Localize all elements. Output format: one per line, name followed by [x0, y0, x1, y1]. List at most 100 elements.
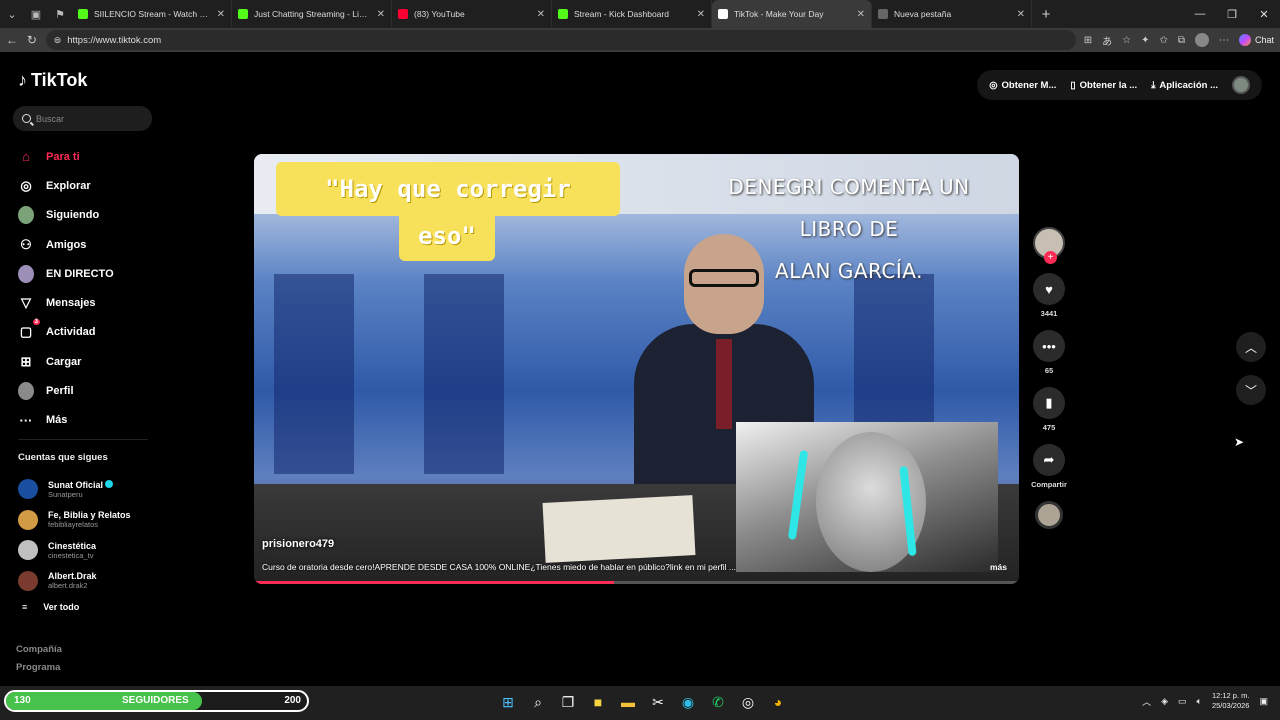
- browser-tab[interactable]: SIILENCIO Stream - Watch Live on ✕: [72, 0, 232, 28]
- browser-tab[interactable]: TikTok - Make Your Day ✕: [712, 0, 872, 28]
- sidebar-item-m-s[interactable]: ··· Más: [18, 406, 168, 435]
- sidebar-item-amigos[interactable]: ⚇ Amigos: [18, 230, 168, 259]
- close-tab-icon[interactable]: ✕: [217, 9, 225, 20]
- tab-pin-icon[interactable]: ⚑: [48, 0, 72, 28]
- file-explorer-icon[interactable]: ▬: [618, 692, 638, 712]
- start-icon[interactable]: ⊞: [498, 692, 518, 712]
- volume-icon[interactable]: 🔈︎: [1197, 696, 1202, 707]
- more-link[interactable]: más: [990, 562, 1007, 572]
- favorite-icon[interactable]: ☆: [1122, 35, 1131, 46]
- copilot-label: Chat: [1254, 35, 1274, 45]
- back-icon[interactable]: ←: [6, 33, 18, 47]
- account-name-text: Sunat Oficial: [48, 479, 104, 490]
- video-player[interactable]: "Hay que corregir eso" DENEGRI COMENTA U…: [254, 154, 1019, 584]
- sidebar-item-perfil[interactable]: Perfil: [18, 376, 168, 405]
- close-tab-icon[interactable]: ✕: [857, 9, 865, 20]
- browser-tools: ⊞ あ ☆ ✦ ✩ ⧉ ⋯ Chat: [1084, 33, 1274, 48]
- caption-line-2: eso": [399, 211, 495, 261]
- share-button[interactable]: ➦: [1033, 444, 1065, 476]
- music-disc[interactable]: [1035, 501, 1063, 529]
- see-all-link[interactable]: ≡ Ver todo: [22, 602, 79, 612]
- new-tab-button[interactable]: +: [1032, 6, 1060, 23]
- obs-icon[interactable]: ◎: [738, 692, 758, 712]
- speaker-tie: [716, 339, 732, 429]
- sidebar-item-mensajes[interactable]: ▽ Mensajes: [18, 288, 168, 317]
- notifications-icon[interactable]: ▣: [1259, 696, 1268, 707]
- browser-tab[interactable]: Just Chatting Streaming - Live Stre ✕: [232, 0, 392, 28]
- tab-actions-icon[interactable]: ⌄: [0, 0, 24, 28]
- following-account[interactable]: Fe, Biblia y Relatos febibliayrelatos: [18, 505, 131, 536]
- settings-more-icon[interactable]: ⋯: [1219, 35, 1229, 46]
- close-tab-icon[interactable]: ✕: [537, 9, 545, 20]
- home-icon: ⌂: [22, 149, 30, 165]
- save-button[interactable]: ▮: [1033, 387, 1065, 419]
- edge-icon[interactable]: ◉: [678, 692, 698, 712]
- search-placeholder: Buscar: [36, 113, 65, 124]
- collections-icon[interactable]: ⧉: [1178, 35, 1185, 46]
- video-progress-bar[interactable]: [254, 581, 1019, 584]
- network-icon[interactable]: ▭: [1178, 696, 1187, 707]
- whatsapp-icon[interactable]: ✆: [708, 692, 728, 712]
- clock[interactable]: 12:12 p. m. 25/03/2026: [1212, 691, 1250, 711]
- sidebar-item-para-ti[interactable]: ⌂ Para ti: [18, 142, 168, 171]
- search-input[interactable]: Buscar: [13, 106, 152, 131]
- search-taskbar-icon[interactable]: ⌕: [528, 692, 548, 712]
- close-window-icon[interactable]: ✕: [1248, 0, 1280, 28]
- footer-link-company[interactable]: Compañía: [16, 644, 62, 655]
- creator-avatar[interactable]: +: [1033, 227, 1065, 264]
- following-account[interactable]: Albert.Drak albert.drak2: [18, 566, 131, 597]
- chrome-icon[interactable]: ◕: [768, 692, 788, 712]
- tab-title: TikTok - Make Your Day: [734, 9, 824, 19]
- following-account[interactable]: Cinestética cinestetica_tv: [18, 535, 131, 566]
- close-tab-icon[interactable]: ✕: [697, 9, 705, 20]
- sidebar-item-explorar[interactable]: ◎ Explorar: [18, 171, 168, 200]
- close-tab-icon[interactable]: ✕: [377, 9, 385, 20]
- translate-icon[interactable]: あ: [1102, 33, 1112, 48]
- following-account[interactable]: Sunat Oficial Sunatperu: [18, 474, 131, 505]
- extensions-icon[interactable]: ✦: [1141, 35, 1149, 46]
- following-section-title: Cuentas que sigues: [18, 452, 108, 463]
- inset-tear-left: [787, 449, 809, 541]
- profile-avatar-icon[interactable]: [1194, 33, 1209, 47]
- previous-video-button[interactable]: ︿: [1236, 332, 1266, 362]
- next-video-button[interactable]: ﹀: [1236, 375, 1266, 405]
- sidebar-item-siguiendo[interactable]: Siguiendo: [18, 201, 168, 230]
- logo-text: TikTok: [31, 70, 88, 90]
- refresh-icon[interactable]: ↻: [26, 33, 38, 47]
- get-app-button[interactable]: ▯ Obtener la ...: [1070, 80, 1137, 91]
- url-field[interactable]: ⊜ https://www.tiktok.com: [45, 30, 1076, 50]
- sidebar-item-cargar[interactable]: ⊞ Cargar: [18, 347, 168, 376]
- browser-tab[interactable]: (83) YouTube ✕: [392, 0, 552, 28]
- copilot-button[interactable]: Chat: [1238, 34, 1274, 46]
- search-icon: [22, 114, 31, 123]
- site-info-icon[interactable]: ⊜: [54, 35, 62, 46]
- backdrop-pillar: [424, 274, 504, 474]
- sidebar-item-actividad[interactable]: ▢ 3 Actividad: [18, 318, 168, 347]
- app-available-icon[interactable]: ⊞: [1084, 35, 1092, 46]
- notes-app-icon[interactable]: ■: [588, 692, 608, 712]
- favorites-bar-icon[interactable]: ✩: [1159, 35, 1167, 46]
- follow-plus-icon[interactable]: +: [1044, 251, 1057, 264]
- tiktok-logo[interactable]: ♪ TikTok: [18, 70, 87, 91]
- tray-overflow-icon[interactable]: ︿: [1142, 695, 1151, 708]
- like-button[interactable]: ♥: [1033, 273, 1065, 305]
- browser-tab[interactable]: Nueva pestaña ✕: [872, 0, 1032, 28]
- security-icon[interactable]: ◈: [1161, 696, 1168, 707]
- task-view-icon[interactable]: ❐: [558, 692, 578, 712]
- footer-link-program[interactable]: Programa: [16, 662, 60, 673]
- notification-badge: 3: [32, 319, 40, 326]
- close-tab-icon[interactable]: ✕: [1017, 9, 1025, 20]
- maximize-icon[interactable]: ❐: [1216, 0, 1248, 28]
- comment-button[interactable]: •••: [1033, 330, 1065, 362]
- minimize-icon[interactable]: —: [1184, 0, 1216, 28]
- user-avatar[interactable]: [1232, 76, 1250, 94]
- workspaces-icon[interactable]: ▣: [24, 0, 48, 28]
- sidebar-item-en-directo[interactable]: EN DIRECTO: [18, 259, 168, 288]
- inset-photo: [736, 422, 998, 572]
- video-author[interactable]: prisionero479: [262, 538, 334, 550]
- pc-app-button[interactable]: ⤓ Aplicación ...: [1151, 80, 1218, 91]
- snipping-tool-icon[interactable]: ✂: [648, 692, 668, 712]
- get-coins-button[interactable]: ◎ Obtener M...: [989, 80, 1056, 91]
- browser-tab[interactable]: Stream - Kick Dashboard ✕: [552, 0, 712, 28]
- account-name: Cinestética: [48, 541, 96, 551]
